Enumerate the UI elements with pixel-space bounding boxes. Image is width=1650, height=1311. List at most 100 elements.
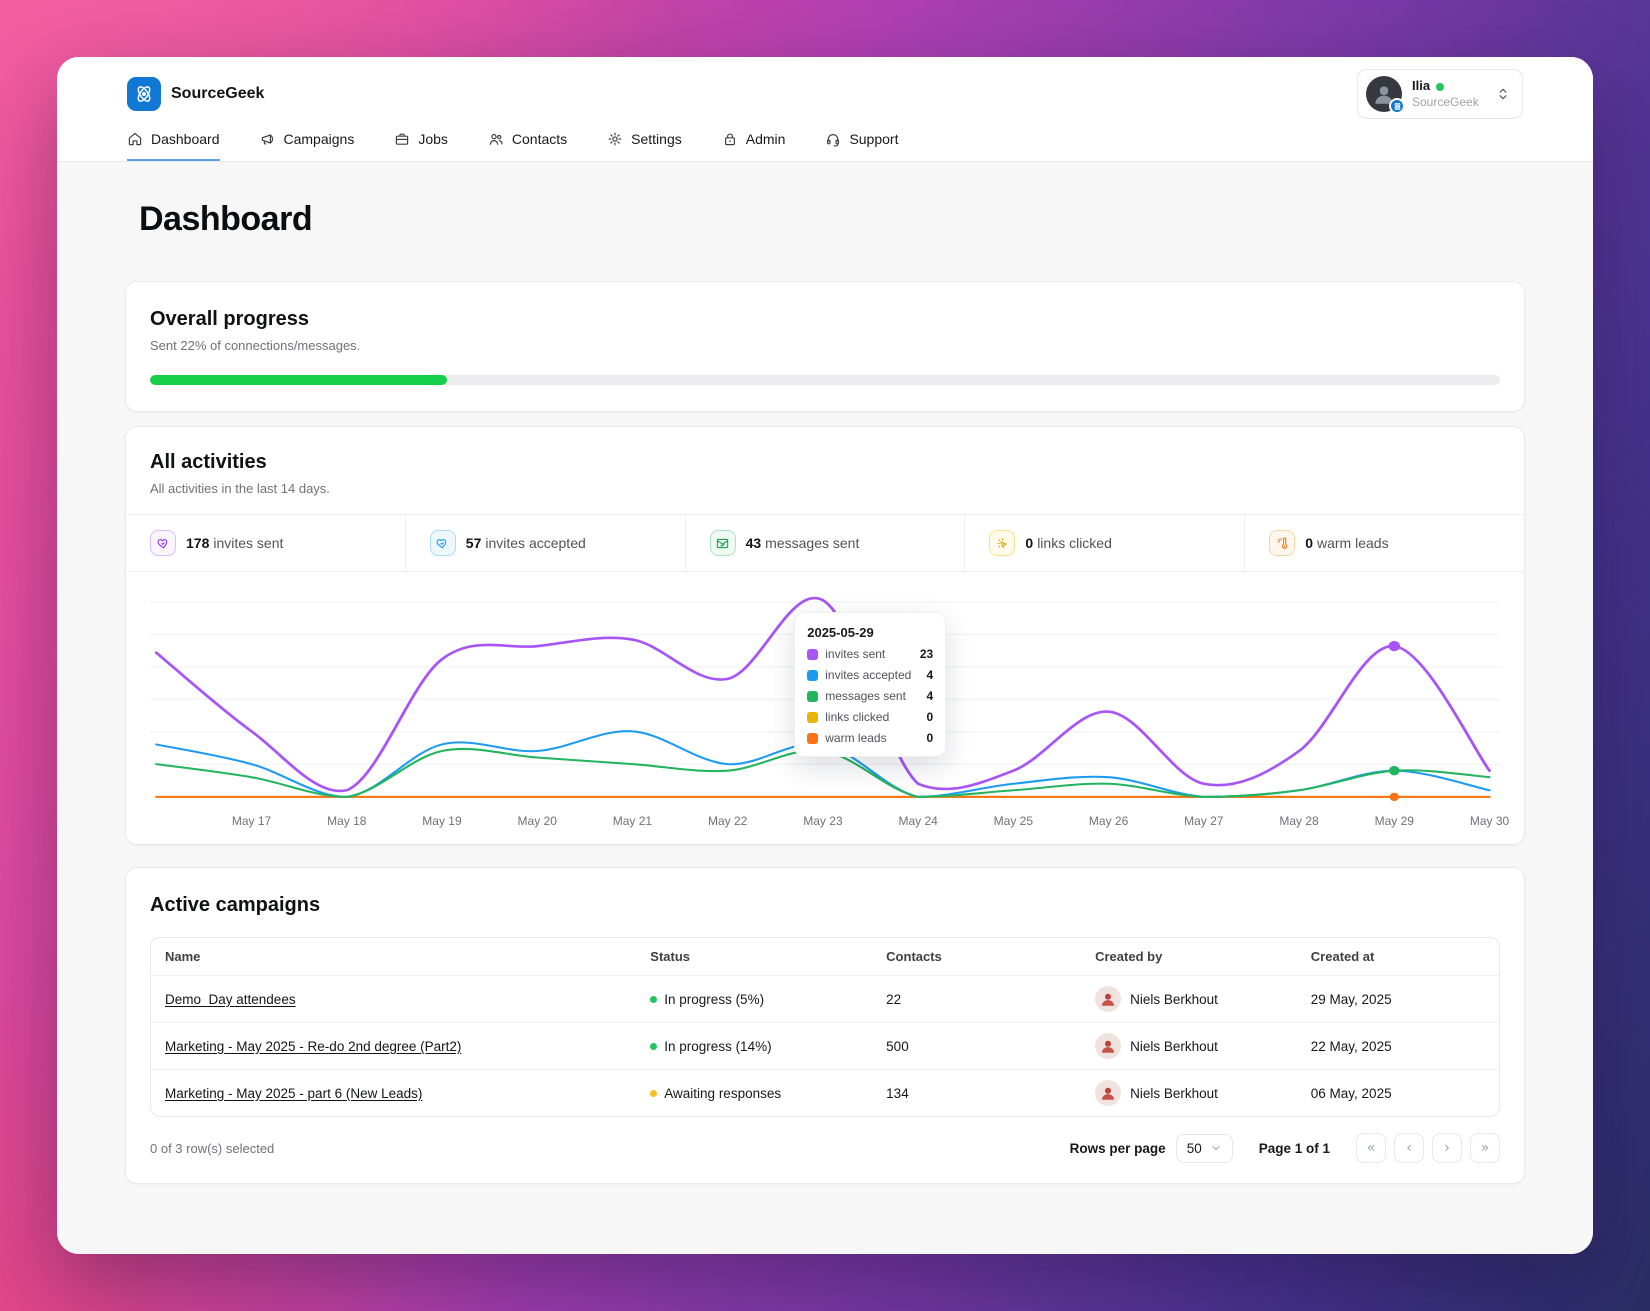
nav-item-campaigns[interactable]: Campaigns [260, 123, 355, 161]
status-dot [650, 1042, 658, 1050]
mail-check-icon [709, 530, 736, 556]
tooltip-date: 2025-05-29 [807, 625, 874, 640]
activity-stats-row: 178 invites sent 57 invites accepted 43 mes… [126, 514, 1524, 572]
highlight-dot [1388, 641, 1401, 652]
highlight-dot [1389, 766, 1400, 776]
table-row: Marketing - May 2025 - Re-do 2nd degree … [151, 1022, 1499, 1070]
nav-item-contacts[interactable]: Contacts [488, 123, 567, 161]
activities-title: All activities [150, 451, 267, 473]
table-footer: 0 of 3 row(s) selected Rows per page 50 … [150, 1133, 1500, 1163]
nav-item-support[interactable]: Support [825, 123, 898, 161]
status-dot [650, 995, 658, 1003]
created-by-name: Niels Berkhout [1130, 991, 1218, 1007]
briefcase-icon [396, 133, 409, 145]
gear-icon [608, 132, 622, 146]
chevrons-up-down-icon [1499, 88, 1507, 100]
account-switcher[interactable]: Ilia SourceGeek [1357, 69, 1523, 119]
app-window: SourceGeek Ilia SourceGeek Dashboard Cam… [57, 57, 1593, 1254]
cursor-click-icon [989, 530, 1016, 556]
x-axis-labels: May 17 May 18 May 19 May 20 May 21 May 22 May … [150, 810, 1509, 836]
pagination: « ‹ › » [1356, 1133, 1500, 1163]
last-page-button[interactable]: » [1470, 1133, 1500, 1163]
status-badge: In progress (14%) [650, 1039, 858, 1054]
col-name: Name [165, 949, 201, 964]
x-axis-label: May 29 [1374, 814, 1414, 828]
x-axis-label: May 22 [707, 814, 748, 828]
status-badge: In progress (5%) [650, 992, 858, 1007]
brand-badge-icon [1389, 98, 1405, 114]
col-created-at: Created at [1310, 949, 1375, 964]
stat-value: 57 [465, 535, 482, 551]
brand-name: SourceGeek [171, 85, 265, 102]
campaign-link[interactable]: Marketing - May 2025 - part 6 (New Leads… [165, 1086, 422, 1101]
progress-bar-fill [150, 375, 447, 385]
campaign-link[interactable]: Marketing - May 2025 - Re-do 2nd degree … [165, 1039, 461, 1054]
status-badge: Awaiting responses [650, 1086, 858, 1101]
x-axis-label: May 26 [1088, 814, 1129, 828]
home-icon [128, 132, 142, 146]
brand-logo-icon [127, 77, 161, 111]
rows-per-page-select[interactable]: 50 [1175, 1133, 1233, 1163]
stat-label: warm leads [1316, 535, 1389, 551]
main-nav: Dashboard Campaigns Jobs Contacts Settin… [127, 123, 1523, 161]
active-campaigns-card: Active campaigns Name Status Contacts Cr… [125, 867, 1525, 1184]
x-axis-label: May 30 [1469, 814, 1510, 828]
col-status: Status [650, 949, 691, 964]
users-icon [489, 133, 503, 145]
progress-bar [150, 375, 1500, 385]
x-axis-label: May 28 [1279, 814, 1319, 828]
chart-tooltip: 2025-05-29 invites sent 23 invites accep… [794, 612, 947, 757]
series-swatch [807, 732, 819, 744]
created-by-name: Niels Berkhout [1130, 1038, 1218, 1054]
nav-label: Settings [631, 131, 682, 147]
series-swatch [807, 711, 819, 723]
lock-icon [724, 133, 735, 146]
overall-progress-card: Overall progress Sent 22% of connections… [125, 281, 1525, 412]
nav-label: Campaigns [283, 131, 355, 147]
stat-label: invites accepted [485, 535, 586, 551]
nav-item-admin[interactable]: Admin [722, 123, 786, 161]
stat-warm-leads: 0 warm leads [1245, 515, 1524, 571]
x-axis-label: May 25 [993, 814, 1034, 828]
series-swatch [807, 690, 819, 702]
created-by-name: Niels Berkhout [1130, 1085, 1218, 1101]
table-row: Marketing - May 2025 - part 6 (New Leads… [151, 1069, 1499, 1116]
nav-item-dashboard[interactable]: Dashboard [127, 123, 220, 161]
nav-item-jobs[interactable]: Jobs [394, 123, 448, 161]
presence-dot [1436, 82, 1445, 91]
stat-label: invites sent [213, 535, 284, 551]
campaign-link[interactable]: Demo_Day attendees [165, 992, 296, 1007]
thermometer-icon [1269, 530, 1296, 556]
desktop-backdrop: SourceGeek Ilia SourceGeek Dashboard Cam… [0, 0, 1650, 1311]
x-axis-label: May 27 [1184, 814, 1224, 828]
brand: SourceGeek [127, 77, 264, 111]
contacts-count: 134 [872, 1069, 1082, 1116]
page-content: Dashboard Overall progress Sent 22% of c… [57, 162, 1593, 1254]
next-page-button[interactable]: › [1432, 1133, 1462, 1163]
megaphone-icon [261, 134, 273, 145]
col-contacts: Contacts [886, 949, 942, 964]
prev-page-button[interactable]: ‹ [1394, 1133, 1424, 1163]
table-row: Demo_Day attendees In progress (5%) 22 N… [151, 975, 1499, 1023]
overall-progress-title: Overall progress [150, 308, 309, 330]
overall-progress-subtitle: Sent 22% of connections/messages. [150, 338, 361, 353]
status-dot [650, 1089, 658, 1097]
stat-value: 0 [1025, 535, 1034, 551]
nav-label: Admin [745, 131, 786, 147]
series-swatch [807, 669, 819, 681]
created-at-date: 22 May, 2025 [1296, 1022, 1499, 1070]
stat-invites-sent: 178 invites sent [126, 515, 406, 571]
nav-label: Dashboard [151, 131, 220, 147]
nav-item-settings[interactable]: Settings [607, 123, 682, 161]
x-axis-label: May 23 [803, 814, 843, 828]
campaigns-table: Name Status Contacts Created by Created … [150, 937, 1500, 1117]
avatar [1095, 1033, 1122, 1059]
tooltip-row: messages sent 4 [807, 689, 933, 703]
avatar [1095, 1080, 1122, 1106]
activity-chart[interactable]: May 17 May 18 May 19 May 20 May 21 May 22 May … [126, 572, 1524, 844]
account-name: Ilia [1412, 78, 1431, 94]
contacts-count: 500 [872, 1022, 1082, 1070]
first-page-button[interactable]: « [1356, 1133, 1386, 1163]
all-activities-card: All activities All activities in the las… [125, 426, 1525, 845]
avatar [1095, 986, 1122, 1012]
